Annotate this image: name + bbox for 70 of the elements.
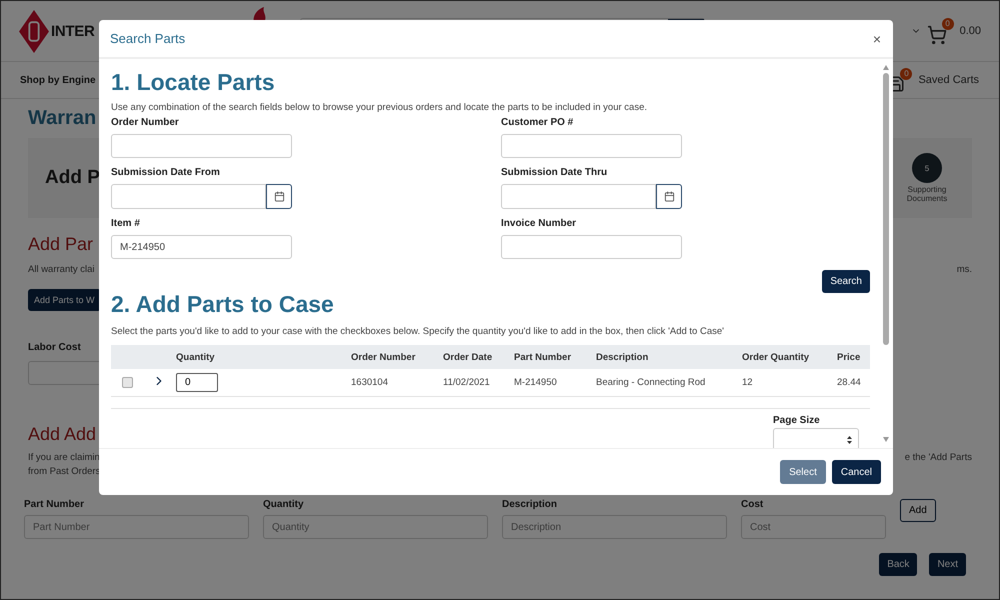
calendar-button[interactable] (656, 184, 682, 209)
input-field[interactable]: Description (502, 515, 727, 539)
date-field[interactable] (111, 184, 266, 209)
field-label: Cost (741, 499, 764, 510)
close-button[interactable]: × (872, 30, 881, 46)
step-heading: Add P (45, 167, 100, 189)
step-circle: 5 (912, 153, 942, 183)
field-label: Customer PO # (501, 117, 574, 128)
section-text: e the 'Add Parts (904, 451, 972, 465)
field-label: Submission Date Thru (501, 167, 608, 178)
field-label: Description (502, 499, 558, 510)
input-field[interactable]: Quantity (263, 515, 488, 539)
section-intro: Use any combination of the search fields below to browse your previous orders and locate the parts to be included in your case. (111, 102, 648, 113)
table-cell: 11/02/2021 (442, 369, 513, 396)
field-label: Page Size (773, 414, 820, 426)
logo-icon (19, 10, 49, 52)
search-button[interactable]: Search (822, 270, 870, 293)
cancel-button[interactable]: Cancel (832, 460, 881, 484)
field-label: Quantity (263, 499, 305, 510)
field-label: Invoice Number (501, 218, 578, 229)
date-field[interactable] (501, 184, 656, 209)
input-field[interactable] (111, 134, 292, 158)
sort-icon (847, 436, 852, 444)
column-header: Order Number (350, 345, 442, 369)
table-cell: M-214950 (513, 369, 595, 396)
input-field[interactable]: Part Number (24, 515, 249, 539)
table-cell: Bearing - Connecting Rod (595, 369, 741, 396)
column-header: Order Date (442, 345, 513, 369)
page-title: Warran (28, 107, 96, 130)
section-title: Add Add (28, 424, 96, 445)
saved-carts-link[interactable]: Saved Carts (918, 74, 979, 86)
column-header: Order Quantity (741, 345, 836, 369)
field-label: Submission Date From (111, 167, 221, 178)
calendar-button[interactable] (266, 184, 292, 209)
dialog-title: Search Parts (110, 31, 186, 46)
count-field[interactable]: 0 (176, 372, 218, 392)
section-text: If you are claimin from Past Orders (28, 451, 100, 479)
calendar-icon (274, 191, 284, 202)
calendar-icon (664, 191, 674, 202)
add-button[interactable]: Add (900, 499, 936, 522)
input-field[interactable] (501, 235, 682, 259)
column-header: Quantity (175, 345, 350, 369)
field-label: Part Number (24, 499, 86, 510)
next-button[interactable]: Next (929, 553, 966, 576)
add-parts-button[interactable]: Add Parts to W (28, 289, 101, 311)
back-button[interactable]: Back (879, 553, 918, 576)
column-header: Price (836, 345, 870, 369)
column-header: Part Number (513, 345, 595, 369)
page-size-select[interactable] (773, 428, 859, 448)
column-header: Description (595, 345, 741, 369)
step-label: Supporting Documents (906, 185, 948, 203)
section-intro: Select the parts you'd like to add to your case with the checkboxes below. Specify the quantity you'd like to add in the box, then click 'Add to Case' (111, 326, 725, 337)
table-cell: 1630104 (350, 369, 442, 396)
section-title: Add Par (28, 234, 94, 255)
input-field[interactable]: Cost (741, 515, 886, 539)
section-heading: 1. Locate Parts (111, 69, 276, 96)
input-field[interactable]: M-214950 (111, 235, 292, 259)
table-cell: 28.44 (836, 369, 870, 396)
field-label: Order Number (111, 117, 180, 128)
field-label: Labor Cost (28, 342, 81, 353)
table-cell: 12 (741, 369, 836, 396)
nav-item[interactable]: Shop by Engine (20, 74, 96, 86)
row-checkbox[interactable] (122, 376, 133, 388)
input-field[interactable] (501, 134, 682, 158)
logo-text: INTER (51, 22, 95, 40)
section-text: All warranty clai (28, 263, 95, 277)
section-heading: 2. Add Parts to Case (111, 291, 335, 318)
field-label: Item # (111, 218, 141, 229)
cart-total: 0.00 (960, 25, 981, 37)
section-text: ms. (956, 263, 972, 277)
